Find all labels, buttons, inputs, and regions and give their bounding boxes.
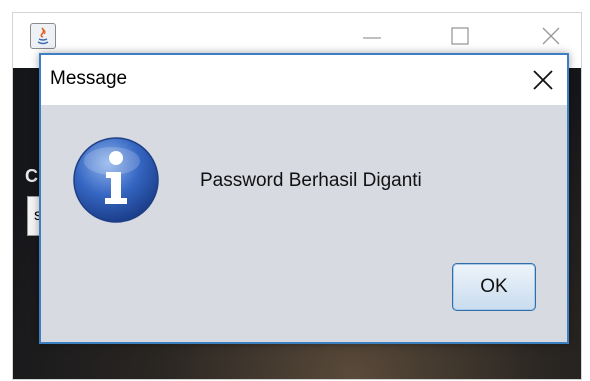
maximize-button[interactable] bbox=[443, 21, 477, 51]
minimize-button[interactable] bbox=[355, 21, 389, 51]
dialog-titlebar: Message bbox=[41, 55, 567, 105]
message-dialog: Message Password Berhasil Diganti OK bbox=[39, 53, 569, 344]
dialog-title: Message bbox=[50, 68, 128, 89]
dialog-close-button[interactable] bbox=[523, 62, 561, 98]
close-icon bbox=[533, 70, 553, 90]
dialog-message: Password Berhasil Diganti bbox=[200, 170, 422, 191]
java-app-icon bbox=[30, 23, 56, 49]
background-label: C bbox=[25, 166, 38, 186]
window-close-button[interactable] bbox=[534, 21, 568, 51]
information-icon bbox=[72, 136, 160, 224]
ok-button[interactable]: OK bbox=[452, 263, 536, 311]
